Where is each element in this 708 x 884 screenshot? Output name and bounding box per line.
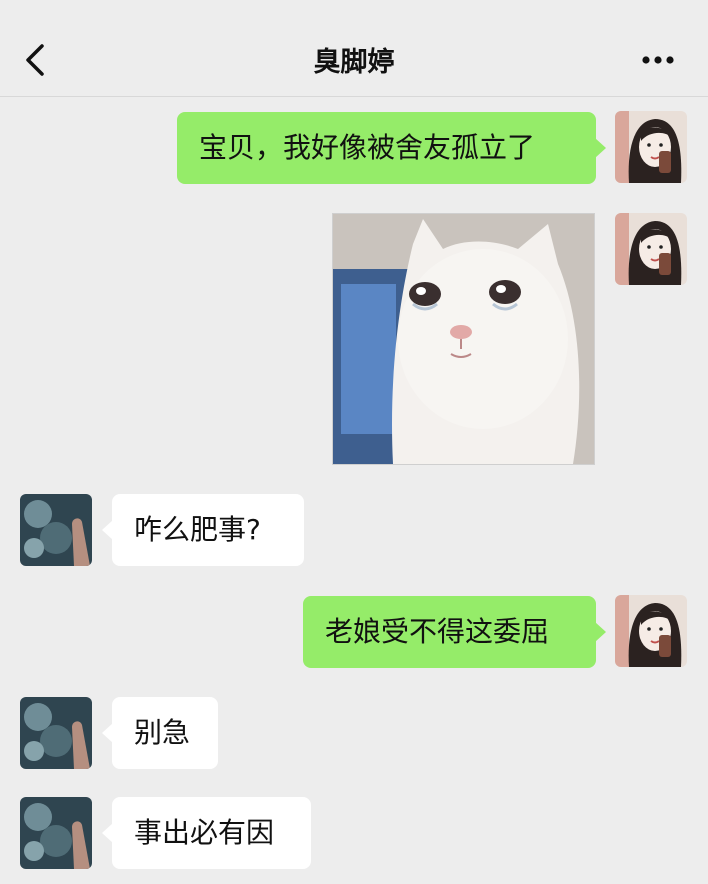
contact-avatar[interactable] [20,797,92,869]
more-options-button[interactable] [640,46,680,74]
my-avatar[interactable] [615,213,687,285]
more-dots-icon [642,56,674,64]
contact-avatar[interactable] [20,494,92,566]
dark-photo-avatar-icon [20,697,92,769]
message-text: 事出必有因 [134,816,275,849]
chat-header: 臭脚婷 [0,0,708,97]
contact-avatar[interactable] [20,697,92,769]
contact-message-bubble[interactable]: 事出必有因 [112,797,311,869]
image-message[interactable] [332,213,595,465]
girl-avatar-icon [615,111,687,183]
bubble-tail [595,622,606,642]
my-avatar[interactable] [615,111,687,183]
dark-photo-avatar-icon [20,494,92,566]
contact-message-bubble[interactable]: 咋么肥事? [112,494,304,566]
girl-avatar-icon [615,595,687,667]
contact-message-bubble[interactable]: 别急 [112,697,218,769]
my-message-bubble[interactable]: 宝贝，我好像被舍友孤立了 [177,112,596,184]
girl-avatar-icon [615,213,687,285]
chat-title: 臭脚婷 [313,47,395,78]
crying-cat-meme-image [333,214,594,464]
dark-photo-avatar-icon [20,797,92,869]
message-text: 老娘受不得这委屈 [325,615,550,648]
message-text: 咋么肥事? [134,513,261,546]
my-message-bubble[interactable]: 老娘受不得这委屈 [303,596,596,668]
message-text: 别急 [134,716,191,749]
message-text: 宝贝，我好像被舍友孤立了 [199,131,536,164]
bubble-tail [595,138,606,158]
my-avatar[interactable] [615,595,687,667]
